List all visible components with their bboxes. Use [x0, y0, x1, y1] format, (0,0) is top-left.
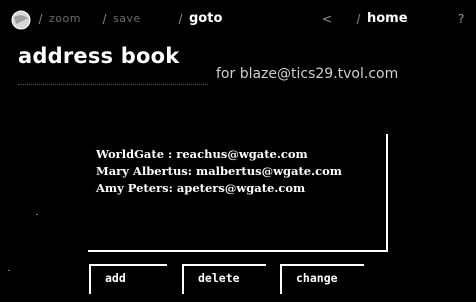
change-button[interactable]: change	[280, 264, 364, 294]
contact-item[interactable]: Amy Peters: apeters@wgate.com	[96, 180, 342, 197]
contact-email: apeters@wgate.com	[176, 181, 306, 195]
contact-list: WorldGate : reachus@wgate.com Mary Alber…	[96, 146, 342, 197]
account-label: for blaze@tics29.tvol.com	[216, 66, 399, 82]
screen-speck	[36, 214, 38, 215]
nav-home-label: home	[367, 11, 408, 26]
contact-name: Amy Peters	[96, 181, 169, 195]
nav-zoom-label: zoom	[49, 12, 81, 25]
nav-home-button[interactable]: home	[356, 11, 408, 26]
contact-email: reachus@wgate.com	[176, 147, 308, 161]
contact-separator: :	[168, 181, 177, 195]
nav-goto-button[interactable]: goto	[178, 11, 223, 26]
contact-email: malbertus@wgate.com	[196, 164, 342, 178]
contact-item[interactable]: Mary Albertus: malbertus@wgate.com	[96, 163, 342, 180]
contact-box-border-bottom	[88, 250, 388, 252]
globe-logo-icon[interactable]	[10, 9, 32, 31]
header-divider	[18, 84, 208, 85]
back-arrow-icon[interactable]: <	[322, 12, 332, 26]
nav-goto-label: goto	[189, 11, 223, 26]
nav-save-label: save	[113, 12, 141, 25]
contact-box-border-right	[386, 134, 388, 250]
contact-list-box: WorldGate : reachus@wgate.com Mary Alber…	[88, 134, 388, 252]
contact-name: WorldGate	[96, 147, 165, 161]
top-nav-bar: zoom save goto < home ?	[0, 0, 476, 38]
contact-item[interactable]: WorldGate : reachus@wgate.com	[96, 146, 342, 163]
add-button[interactable]: add	[89, 264, 167, 294]
help-icon[interactable]: ?	[458, 12, 464, 26]
page-title: address book	[18, 44, 180, 68]
nav-zoom-button[interactable]: zoom	[38, 12, 81, 25]
delete-button[interactable]: delete	[182, 264, 266, 294]
nav-save-button[interactable]: save	[102, 12, 141, 25]
contact-name: Mary Albertus	[96, 164, 188, 178]
contact-separator: :	[187, 164, 197, 178]
screen-speck	[8, 270, 10, 271]
contact-separator: :	[164, 147, 177, 161]
